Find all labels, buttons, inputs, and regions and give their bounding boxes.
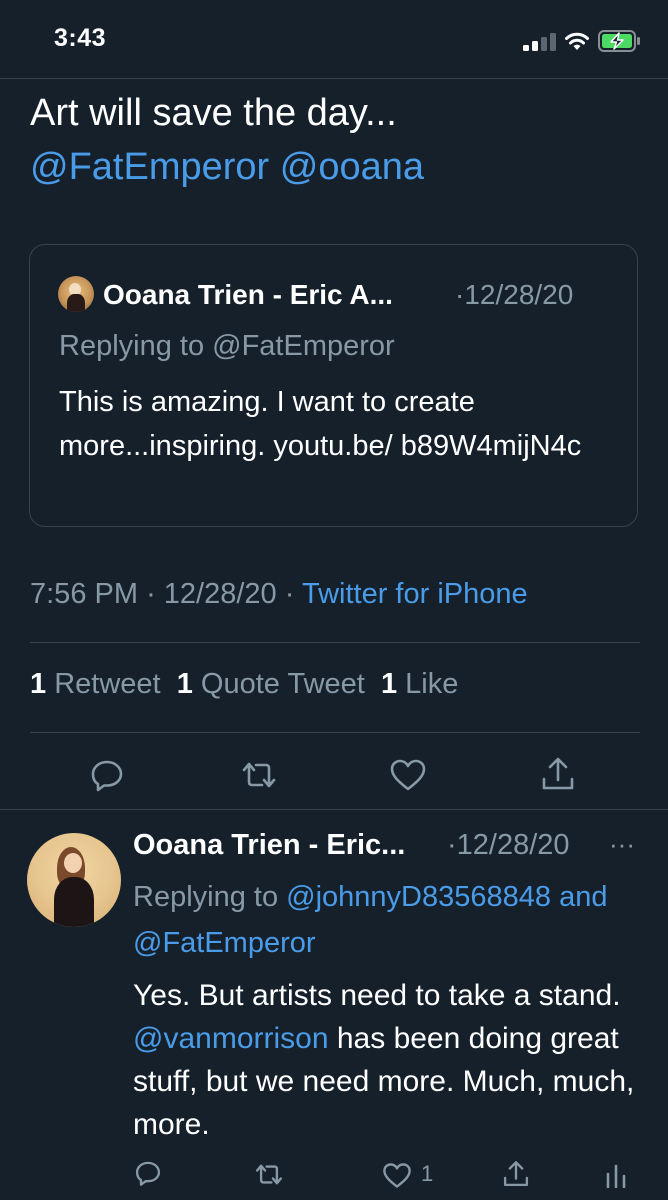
analytics-icon[interactable] bbox=[604, 1162, 628, 1188]
quoted-avatar[interactable] bbox=[58, 276, 94, 312]
replying-prefix: Replying to bbox=[133, 881, 279, 913]
tweet-source-link[interactable]: Twitter for iPhone bbox=[302, 578, 528, 610]
reply-date: ·12/28/20 bbox=[447, 829, 570, 861]
retweets-stat[interactable]: 1 Retweet bbox=[30, 668, 161, 700]
quote-count: 1 bbox=[176, 668, 193, 700]
reply-like-count: 1 bbox=[421, 1161, 434, 1186]
reply-share-icon[interactable] bbox=[502, 1159, 530, 1189]
reply-avatar[interactable] bbox=[27, 833, 121, 927]
tweet-body: Art will save the day... bbox=[30, 92, 397, 134]
retweet-icon[interactable] bbox=[240, 758, 278, 792]
quote-label: Quote Tweet bbox=[200, 668, 365, 700]
meta-sep-1: · bbox=[146, 578, 156, 610]
reply-reply-icon[interactable] bbox=[134, 1159, 162, 1187]
replying-and: and bbox=[559, 881, 608, 913]
reply-text-mention[interactable]: @vanmorrison bbox=[133, 1022, 329, 1055]
quoted-date: ·12/28/20 bbox=[455, 279, 574, 310]
tweet-meta: 7:56 PM · 12/28/20 · Twitter for iPhone bbox=[30, 578, 528, 611]
reply-icon[interactable] bbox=[89, 757, 125, 793]
status-time: 3:43 bbox=[54, 24, 107, 52]
tweet-stats: 1 Retweet 1 Quote Tweet 1 Like bbox=[30, 668, 458, 701]
more-icon[interactable]: ··· bbox=[609, 829, 635, 860]
like-count: 1 bbox=[380, 668, 398, 700]
replying-user-2[interactable]: @FatEmperor bbox=[133, 927, 316, 959]
meta-sep-2: · bbox=[284, 578, 295, 610]
tweet-text: Art will save the day... @FatEmperor @oo… bbox=[30, 86, 640, 194]
like-label: Like bbox=[405, 668, 459, 700]
like-icon[interactable] bbox=[389, 758, 427, 792]
reply-like-icon[interactable] bbox=[382, 1162, 412, 1189]
likes-stat[interactable]: 1 Like bbox=[381, 668, 458, 700]
reply-retweet-icon[interactable] bbox=[254, 1161, 284, 1188]
reply-text: Yes. But artists need to take a stand. @… bbox=[133, 974, 643, 1146]
tweet-date: 12/28/20 bbox=[163, 578, 277, 610]
retweet-label: Retweet bbox=[54, 668, 161, 700]
actions-divider bbox=[0, 809, 668, 810]
reply-replying-to: Replying to @johnnyD83568848 and @FatEmp… bbox=[133, 874, 643, 966]
meta-divider bbox=[30, 642, 640, 643]
status-divider bbox=[0, 78, 668, 79]
quoted-replying-to: Replying to @FatEmperor bbox=[59, 330, 395, 362]
reply-author-name[interactable]: Ooana Trien - Eric... bbox=[133, 829, 405, 862]
quoted-author-name[interactable]: Ooana Trien - Eric A... bbox=[103, 279, 393, 311]
retweet-count: 1 bbox=[30, 668, 47, 700]
tweet-mentions[interactable]: @FatEmperor @ooana bbox=[30, 140, 640, 194]
signal-icon bbox=[523, 33, 556, 51]
stats-divider bbox=[30, 732, 640, 733]
quoted-text: This is amazing. I want to create more..… bbox=[59, 386, 582, 462]
replying-user-1[interactable]: @johnnyD83568848 bbox=[286, 881, 551, 913]
tweet-time: 7:56 PM bbox=[30, 578, 138, 610]
reply-text-part1: Yes. But artists need to take a stand. bbox=[133, 979, 621, 1012]
battery-icon bbox=[598, 30, 640, 52]
wifi-icon bbox=[565, 32, 589, 50]
quote-tweets-stat[interactable]: 1 Quote Tweet bbox=[177, 668, 365, 700]
share-icon[interactable] bbox=[540, 755, 576, 793]
